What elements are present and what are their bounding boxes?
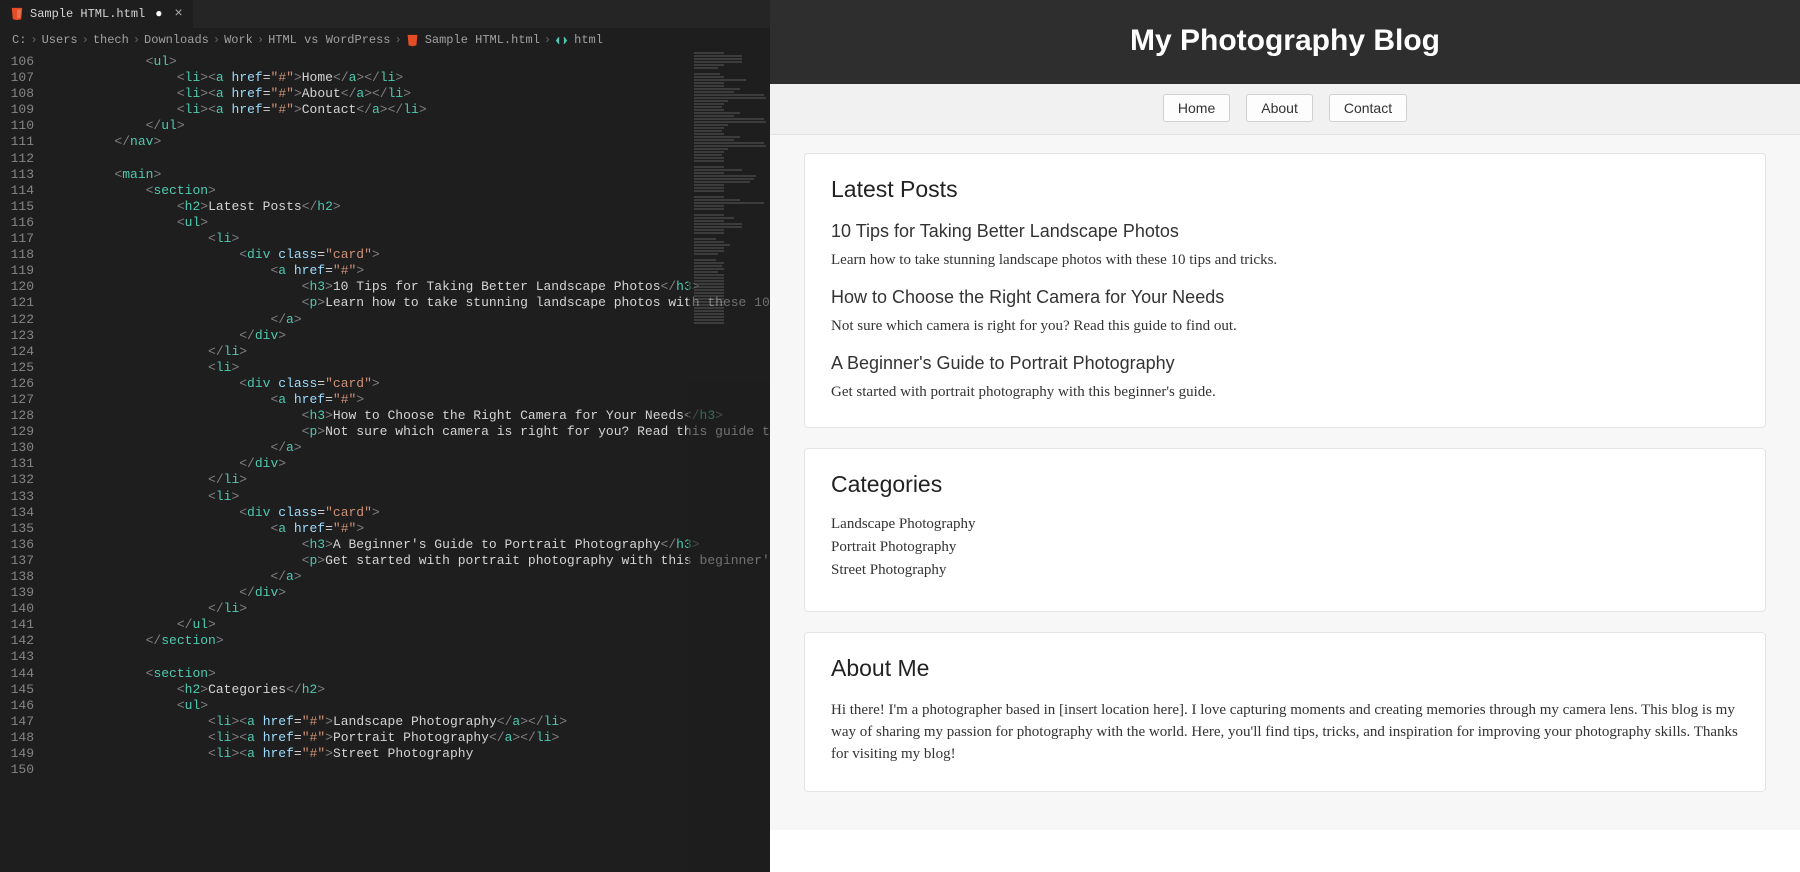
line-number-gutter: 1061071081091101111121131141151161171181…: [0, 52, 52, 872]
breadcrumb-segment[interactable]: html: [574, 33, 603, 47]
preview-content: Latest Posts 10 Tips for Taking Better L…: [770, 135, 1800, 830]
latest-posts-section: Latest Posts 10 Tips for Taking Better L…: [804, 153, 1766, 428]
about-section: About Me Hi there! I'm a photographer ba…: [804, 632, 1766, 792]
code-editor-panel: Sample HTML.html ● × C: › Users › thech …: [0, 0, 770, 872]
breadcrumb-segment[interactable]: C:: [12, 33, 26, 47]
html-file-icon: [406, 34, 419, 47]
close-icon[interactable]: ×: [174, 7, 182, 21]
minimap[interactable]: [688, 52, 770, 872]
categories-section: Categories Landscape Photography Portrai…: [804, 448, 1766, 612]
breadcrumb-segment[interactable]: Users: [42, 33, 78, 47]
editor-tab[interactable]: Sample HTML.html ● ×: [0, 0, 193, 28]
section-heading: About Me: [831, 655, 1739, 682]
category-link[interactable]: Landscape Photography: [831, 516, 1739, 533]
category-link[interactable]: Portrait Photography: [831, 539, 1739, 556]
preview-header: My Photography Blog: [770, 0, 1800, 84]
tab-filename: Sample HTML.html: [30, 7, 145, 21]
breadcrumb[interactable]: C: › Users › thech › Downloads › Work › …: [0, 28, 770, 52]
section-heading: Latest Posts: [831, 176, 1739, 203]
code-element-icon: [555, 34, 568, 47]
section-heading: Categories: [831, 471, 1739, 498]
about-text: Hi there! I'm a photographer based in [i…: [831, 700, 1739, 765]
post-excerpt: Learn how to take stunning landscape pho…: [831, 252, 1739, 269]
post-card[interactable]: A Beginner's Guide to Portrait Photograp…: [831, 353, 1739, 401]
post-title: A Beginner's Guide to Portrait Photograp…: [831, 353, 1739, 374]
code-area[interactable]: <ul> <li><a href="#">Home</a></li> <li><…: [52, 52, 770, 872]
post-excerpt: Not sure which camera is right for you? …: [831, 318, 1739, 335]
breadcrumb-segment[interactable]: Work: [224, 33, 253, 47]
category-list: Landscape Photography Portrait Photograp…: [831, 516, 1739, 579]
post-excerpt: Get started with portrait photography wi…: [831, 384, 1739, 401]
post-title: How to Choose the Right Camera for Your …: [831, 287, 1739, 308]
editor-tab-bar: Sample HTML.html ● ×: [0, 0, 770, 28]
nav-about-button[interactable]: About: [1246, 94, 1313, 122]
editor-body[interactable]: 1061071081091101111121131141151161171181…: [0, 52, 770, 872]
preview-panel[interactable]: My Photography Blog Home About Contact L…: [770, 0, 1800, 872]
site-title: My Photography Blog: [770, 24, 1800, 58]
nav-contact-button[interactable]: Contact: [1329, 94, 1407, 122]
breadcrumb-segment[interactable]: thech: [93, 33, 129, 47]
preview-nav: Home About Contact: [770, 84, 1800, 135]
breadcrumb-segment[interactable]: Sample HTML.html: [425, 33, 540, 47]
tab-modified-dot: ●: [155, 7, 162, 21]
breadcrumb-segment[interactable]: HTML vs WordPress: [268, 33, 390, 47]
post-title: 10 Tips for Taking Better Landscape Phot…: [831, 221, 1739, 242]
post-card[interactable]: 10 Tips for Taking Better Landscape Phot…: [831, 221, 1739, 269]
post-card[interactable]: How to Choose the Right Camera for Your …: [831, 287, 1739, 335]
html-file-icon: [10, 7, 24, 21]
nav-home-button[interactable]: Home: [1163, 94, 1230, 122]
category-link[interactable]: Street Photography: [831, 562, 1739, 579]
breadcrumb-segment[interactable]: Downloads: [144, 33, 209, 47]
